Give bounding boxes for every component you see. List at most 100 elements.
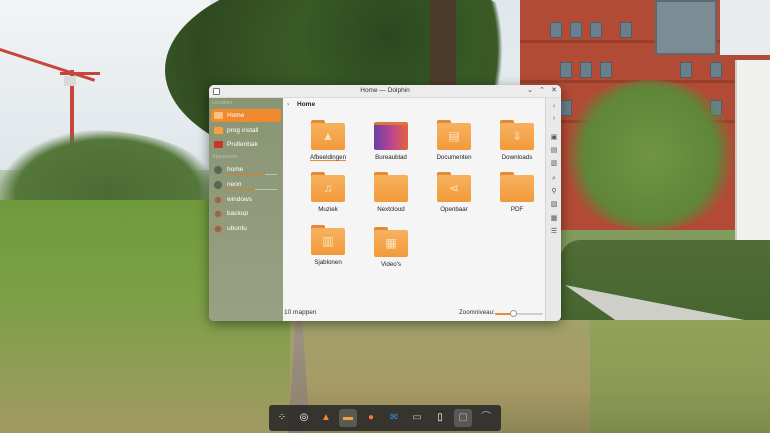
sidebar-device-windows[interactable]: windows [211, 193, 281, 206]
dolphin-window: Home — Dolphin ⌄ ⌃ ✕ Locaties Home prog … [209, 85, 561, 321]
preview-icon[interactable]: ▧ [549, 200, 559, 209]
file-manager-icon[interactable]: ▬ [339, 409, 357, 427]
folder-bureaublad[interactable]: Bureaublad [366, 120, 416, 170]
folder-nextcloud[interactable]: Nextcloud [366, 172, 416, 222]
folder-sjablonen[interactable]: ▥ Sjablonen [303, 225, 353, 275]
firefox-icon[interactable]: ● [362, 409, 380, 427]
zoom-slider[interactable] [495, 310, 543, 317]
documents-folder-icon: ▤ [437, 120, 471, 150]
disk-usage-fill [227, 174, 265, 175]
file-view[interactable]: › Home ▲ Afbeeldingen Bureaublad ▤ Docum… [283, 98, 545, 321]
sidebar-item-label: windows [227, 196, 252, 203]
zoom-label: Zoomniveau: [459, 309, 495, 316]
back-icon[interactable]: ‹ [549, 102, 559, 111]
wallpaper-sky-right [720, 0, 770, 55]
sidebar-device-home[interactable]: home [211, 163, 281, 176]
folder-openbaar[interactable]: ⋖ Openbaar [429, 172, 479, 222]
launcher-icon[interactable]: ⁘ [273, 409, 291, 427]
downloads-folder-icon: ⇓ [500, 120, 534, 150]
nextcloud-folder-icon [374, 172, 408, 202]
sidebar-item-label: ubuntu [227, 225, 247, 232]
file-label: Video's [381, 261, 401, 268]
sidebar-item-label: Prullenbak [227, 141, 258, 148]
places-panel: Locaties Home prog install Prullenbak Ap… [209, 98, 283, 321]
thunderbird-icon[interactable]: ✉ [385, 409, 403, 427]
file-label: Bureaublad [375, 154, 407, 161]
trash-icon [214, 141, 223, 148]
wallpaper-crane-cab [64, 76, 76, 86]
window-switcher-icon[interactable]: ▢ [454, 409, 472, 427]
folder-documenten[interactable]: ▤ Documenten [429, 120, 479, 170]
breadcrumb-chevron-icon[interactable]: › [287, 101, 289, 108]
window-title: Home — Dolphin [360, 87, 410, 94]
system-monitor-icon[interactable]: ⌒ [477, 409, 495, 427]
file-label: Documenten [436, 154, 472, 161]
titlebar[interactable]: Home — Dolphin ⌄ ⌃ ✕ [209, 85, 561, 98]
close-button[interactable]: ✕ [549, 86, 559, 96]
public-folder-icon: ⋖ [437, 172, 471, 202]
terminal-icon[interactable]: ▭ [408, 409, 426, 427]
folder-muziek[interactable]: ♫ Muziek [303, 172, 353, 222]
file-label: PDF [510, 206, 524, 213]
wallpaper-tree-right [555, 80, 745, 230]
devices-section-header: Apparaten [212, 154, 238, 160]
sidebar-device-neon[interactable]: neon [211, 178, 281, 191]
text-editor-icon[interactable]: ▯ [431, 409, 449, 427]
wallpaper-crane-arm [60, 72, 100, 75]
search-icon[interactable]: ⌕ [549, 174, 559, 183]
wallpaper-glass-building [655, 0, 717, 55]
maximize-button[interactable]: ⌃ [537, 86, 547, 96]
places-section-header: Locaties [212, 100, 233, 106]
wallpaper-grass-right [560, 320, 770, 433]
software-store-icon[interactable]: ▲ [317, 409, 335, 427]
disk-usage-bar [227, 174, 277, 175]
wallpaper-tree-trunk [430, 0, 456, 90]
folder-count: 10 mappen [284, 309, 317, 316]
file-label: Nextcloud [377, 206, 405, 213]
sidebar-item-home[interactable]: Home [211, 109, 281, 122]
breadcrumb: › Home [283, 98, 545, 112]
drive-icon [214, 181, 222, 189]
split-view-icon[interactable]: ▦ [549, 214, 559, 223]
file-label: Sjablonen [314, 259, 342, 266]
user-drive-icon [214, 225, 222, 233]
sidebar-device-ubuntu[interactable]: ubuntu [211, 222, 281, 235]
sidebar-item-label: home [227, 166, 244, 173]
sidebar-item-trash[interactable]: Prullenbak [211, 138, 281, 151]
details-view-icon[interactable]: ▥ [549, 159, 559, 168]
disk-usage-bar [227, 189, 277, 190]
pdf-folder-icon [500, 172, 534, 202]
folder-pdf[interactable]: PDF [492, 172, 542, 222]
videos-folder-icon: ▦ [374, 227, 408, 257]
settings-icon[interactable]: ◎ [295, 409, 313, 427]
icons-view-icon[interactable]: ▣ [549, 133, 559, 142]
sidebar-item-label: prog install [227, 127, 259, 134]
breadcrumb-home[interactable]: Home [297, 101, 315, 108]
sidebar-item-label: backup [227, 210, 248, 217]
file-label: Afbeeldingen [309, 154, 347, 161]
network-icon[interactable]: ⚲ [549, 187, 559, 196]
file-label: Downloads [501, 154, 533, 161]
sidebar-device-backup[interactable]: backup [211, 207, 281, 220]
folder-downloads[interactable]: ⇓ Downloads [492, 120, 542, 170]
music-folder-icon: ♫ [311, 172, 345, 202]
minimize-button[interactable]: ⌄ [525, 86, 535, 96]
file-label: Openbaar [440, 206, 468, 213]
compact-view-icon[interactable]: ▤ [549, 146, 559, 155]
file-label: Muziek [318, 206, 338, 213]
sidebar-item-label: Home [227, 112, 245, 119]
pictures-folder-icon: ▲ [311, 120, 345, 150]
zoom-slider-handle[interactable] [509, 310, 517, 317]
desktop-folder-icon [374, 122, 408, 150]
folder-afbeeldingen[interactable]: ▲ Afbeeldingen [303, 120, 353, 170]
home-folder-icon [214, 112, 223, 119]
user-drive-icon [214, 196, 222, 204]
sidebar-item-prog-install[interactable]: prog install [211, 124, 281, 137]
folder-icon [214, 127, 223, 134]
hamburger-menu-icon[interactable]: ☰ [549, 227, 559, 236]
folder-videos[interactable]: ▦ Video's [366, 227, 416, 277]
forward-icon[interactable]: › [549, 114, 559, 123]
disk-usage-fill [227, 189, 255, 190]
drive-icon [214, 166, 222, 174]
sidebar-item-label: neon [227, 181, 242, 188]
